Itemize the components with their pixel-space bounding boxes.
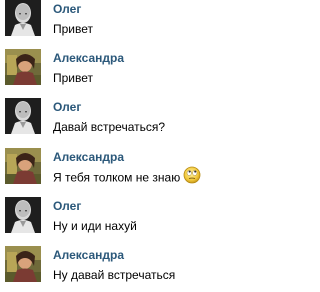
message-author[interactable]: Александра (53, 150, 124, 164)
oleg-avatar[interactable] (5, 98, 41, 134)
message-item: Александра Я тебя толком не знаю (0, 148, 300, 194)
rolling-eyes-emoji-icon (183, 166, 201, 187)
message-author[interactable]: Олег (53, 2, 81, 16)
message-text: Ну давай встречаться (53, 268, 176, 282)
message-item: Олег Ну и иди нахуй (0, 197, 300, 243)
message-text: Давай встречаться? (53, 120, 166, 134)
aleksandra-avatar[interactable] (5, 246, 41, 282)
chat-history: Олег Привет Александра Привет Олег Давай… (0, 0, 300, 285)
message-text: Ну и иди нахуй (53, 219, 137, 233)
message-author[interactable]: Александра (53, 51, 124, 65)
message-author[interactable]: Олег (53, 199, 81, 213)
message-text: Привет (53, 22, 94, 36)
aleksandra-avatar[interactable] (5, 148, 41, 184)
message-text: Я тебя толком не знаю (53, 166, 201, 187)
message-item: Александра Ну давай встречаться (0, 246, 300, 292)
message-text: Привет (53, 71, 94, 85)
aleksandra-avatar[interactable] (5, 49, 41, 85)
message-item: Александра Привет (0, 49, 300, 95)
oleg-avatar[interactable] (5, 197, 41, 233)
oleg-avatar[interactable] (5, 0, 41, 36)
message-author[interactable]: Олег (53, 100, 81, 114)
message-item: Олег Привет (0, 0, 300, 46)
message-text-content: Я тебя толком не знаю (53, 170, 181, 185)
message-author[interactable]: Александра (53, 248, 124, 262)
message-item: Олег Давай встречаться? (0, 98, 300, 144)
